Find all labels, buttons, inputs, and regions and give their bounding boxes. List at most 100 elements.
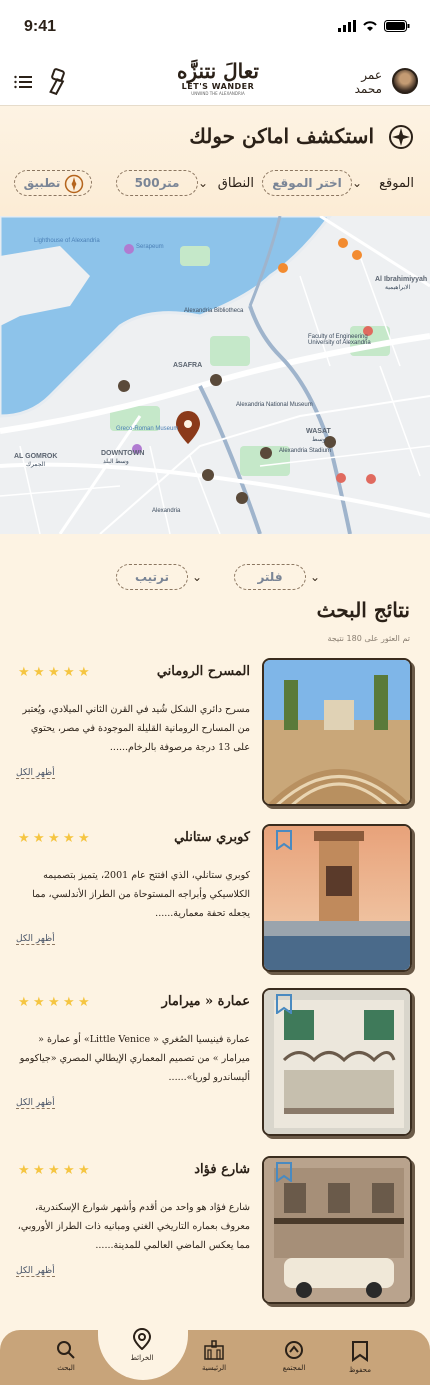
explore-title: استكشف اماكن حولك [189,124,374,148]
home-icon [204,1340,224,1360]
sort-button[interactable]: ترتيب [116,564,188,590]
results-title: نتائج البحث [316,598,410,622]
result-card[interactable]: عمارة « ميرامار ★ ★ ★ ★ ★ عمارة فينيسيا الصُ… [12,988,414,1140]
avatar[interactable] [392,68,418,94]
map-label-national-museum: Alexandria National Museum [236,402,313,408]
map-label-downtown: DOWNTOWN [101,450,145,457]
map-label-faculty: Faculty of Engineering University of Ale… [308,334,371,346]
nav-item-maps[interactable]: الخرائط [112,1327,172,1362]
rating-stars: ★ ★ ★ ★ ★ [18,832,91,845]
place-image [262,658,412,806]
place-description: كوبري ستانلي، الذي افتتح عام 2001، يتميز… [32,870,250,919]
logo-arabic: تعالَ نتنزَّه [177,59,259,83]
signal-icon [338,20,356,32]
place-description: مسرح دائري الشكل شُيد في القرن الثاني ال… [22,704,250,753]
star-icon: ★ [33,831,45,846]
filter-button[interactable]: فلتر [234,564,306,590]
star-icon: ★ [18,831,30,846]
wifi-icon [363,21,377,31]
star-icon: ★ [48,1163,60,1178]
map-label-greco-roman: Greco-Roman Museum [116,426,179,432]
map-label-ibrahimiyyah: Al Ibrahimiyyah [375,276,428,283]
star-icon: ★ [63,1163,75,1178]
rating-stars: ★ ★ ★ ★ ★ [18,666,91,679]
community-icon [285,1341,303,1359]
show-all-link[interactable]: أظهر الكل [16,1098,55,1109]
star-icon: ★ [18,1163,30,1178]
result-card[interactable]: شارع فؤاد ★ ★ ★ ★ ★ شارع فؤاد هو واحد من أقد… [12,1156,414,1308]
place-description: شارع فؤاد هو واحد من أقدم وأشهر شوارع ال… [17,1202,250,1251]
bookmark-icon [352,1341,368,1362]
place-title: شارع فؤاد [194,1162,250,1177]
status-icons [338,20,410,32]
place-title: المسرح الروماني [156,664,250,679]
map-view[interactable]: Lighthouse of Alexandria Serapeum Alexan… [0,216,430,534]
show-all-link[interactable]: أظهر الكل [16,768,55,779]
map-label-downtown-ar: وسط البلد [103,459,129,465]
chevron-down-icon: ⌄ [351,176,362,190]
map-pin-icon [132,1327,152,1351]
bookmark-icon[interactable] [276,994,292,1015]
menu-icon[interactable] [14,74,32,90]
map-label-lighthouse: Lighthouse of Alexandria [34,238,100,244]
map-label-wasat-ar: وسط [312,437,326,443]
star-icon: ★ [33,665,45,680]
compass-icon [389,125,413,149]
map-label-ibrahimiyyah-ar: الابراهيمية [385,285,411,291]
bookmark-icon[interactable] [276,830,292,851]
bookmark-icon[interactable] [276,1162,292,1183]
show-all-link[interactable]: أظهر الكل [16,1266,55,1277]
star-icon: ★ [63,665,75,680]
results-section: ترتيب ⌄ فلتر ⌄ نتائج البحث تم العثور على… [0,546,430,1336]
star-icon: ★ [78,1163,90,1178]
map-label-bibliotheca: Alexandria Bibliotheca [184,308,244,314]
chevron-down-icon: ⌄ [310,570,321,584]
place-title: عمارة « ميرامار [161,994,250,1009]
brush-icon[interactable] [48,68,68,96]
map-label-wasat: WASAT [306,428,331,435]
range-select[interactable]: 500متر [116,170,198,196]
place-description: عمارة فينيسيا الصُغري « Little Venice» أ… [19,1034,250,1083]
star-icon: ★ [48,665,60,680]
location-select[interactable]: اختر الموقع [262,170,352,196]
show-all-link[interactable]: أظهر الكل [16,934,55,945]
map-label-alexandria: Alexandria [152,508,181,514]
rating-stars: ★ ★ ★ ★ ★ [18,996,91,1009]
map-location-pin[interactable] [176,411,200,444]
battery-icon [384,20,410,32]
star-icon: ★ [18,995,30,1010]
logo-english: LET'S WANDER [181,82,255,91]
location-label: الموقع [379,176,414,191]
star-icon: ★ [18,665,30,680]
star-icon: ★ [48,995,60,1010]
chevron-down-icon: ⌄ [197,176,208,190]
star-icon: ★ [48,831,60,846]
star-icon: ★ [78,995,90,1010]
app-logo: تعالَ نتنزَّه LET'S WANDER UNWIND THE AL… [168,60,268,102]
nav-item-home[interactable]: الرئيسية [184,1340,244,1372]
nav-item-search[interactable]: البحث [36,1340,96,1372]
nav-item-community[interactable]: المجتمع [264,1340,324,1372]
nav-item-saved[interactable]: محفوظ [330,1340,390,1374]
place-title: كوبري ستانلي [174,830,250,845]
map-label-stadium: Alexandria Stadium [279,448,332,454]
map-label-serapeum: Serapeum [136,244,164,250]
rating-stars: ★ ★ ★ ★ ★ [18,1164,91,1177]
star-icon: ★ [78,665,90,680]
result-card[interactable]: كوبري ستانلي ★ ★ ★ ★ ★ كوبري ستانلي، الذي اف… [12,824,414,976]
compass-icon [64,174,84,194]
status-time: 9:41 [24,18,57,35]
search-icon [57,1341,75,1359]
star-icon: ★ [33,995,45,1010]
star-icon: ★ [78,831,90,846]
logo-subtitle: UNWIND THE ALEXANDRIA [191,91,245,96]
result-card[interactable]: المسرح الروماني ★ ★ ★ ★ ★ مسرح دائري الشكل ش… [12,658,414,810]
star-icon: ★ [63,831,75,846]
map-canvas [0,216,430,534]
status-bar: 9:41 [0,0,430,58]
results-count: تم العثور على 180 نتيجة [327,634,410,643]
map-label-asafra: ASAFRA [173,362,203,369]
map-label-gomrok-ar: الجمرك [26,462,46,468]
explore-section: استكشف اماكن حولك الموقع ⌄ اختر الموقع ا… [0,106,430,216]
map-label-gomrok: AL GOMROK [14,453,58,460]
